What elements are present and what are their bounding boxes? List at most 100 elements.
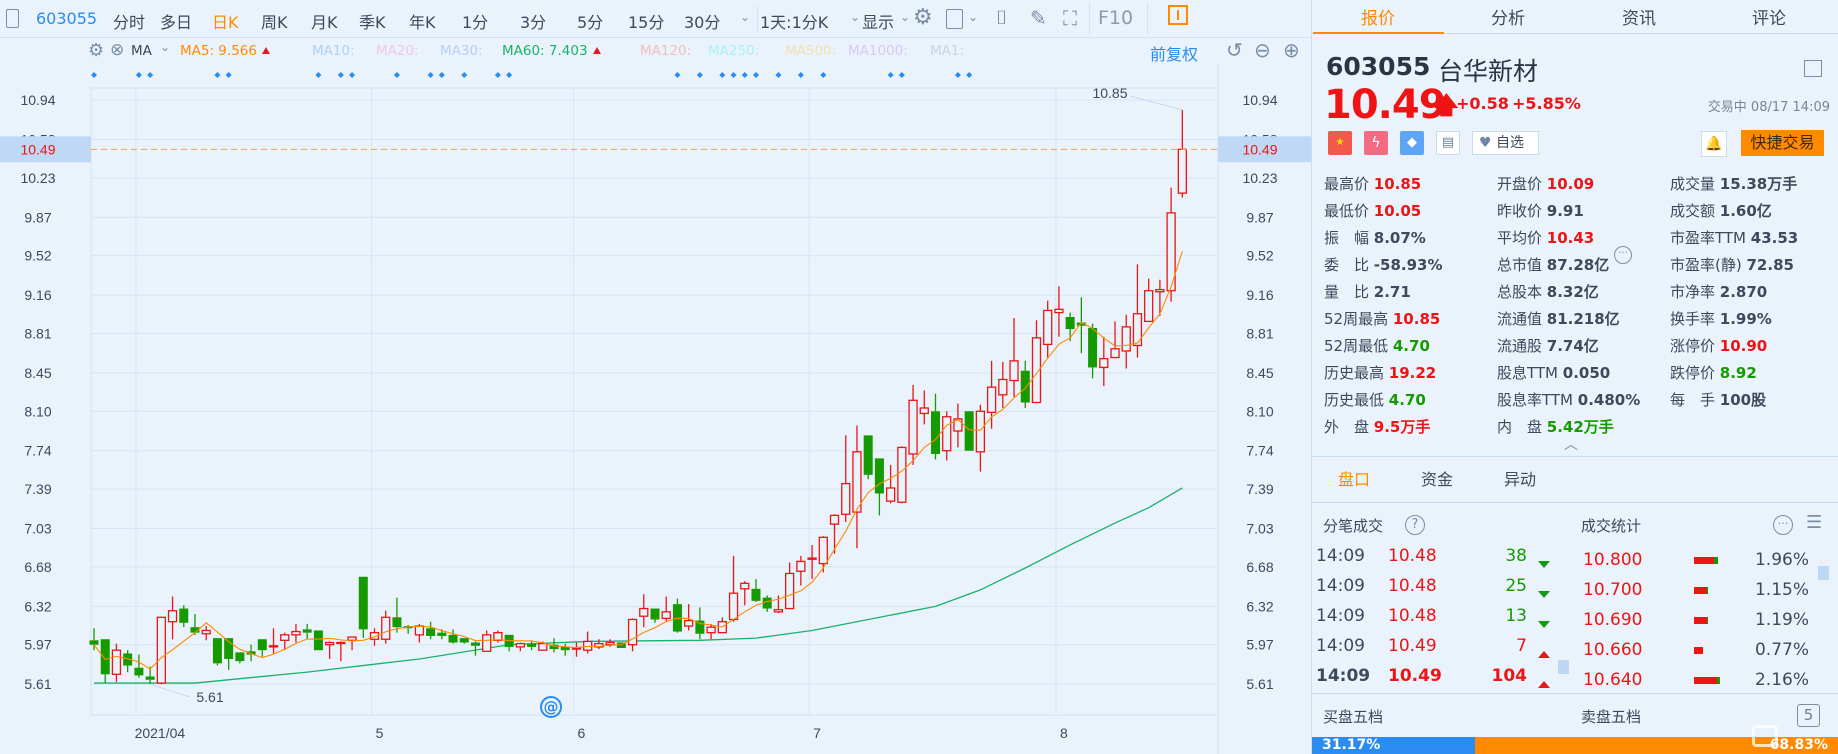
chevron-down-icon[interactable]: ⌄ <box>968 10 978 24</box>
levels-button[interactable]: 5 <box>1797 704 1820 727</box>
stat-item: 流通值 81.218亿 <box>1497 308 1620 329</box>
interval-select[interactable]: 1天:1分K <box>760 9 828 33</box>
candle-body <box>818 536 828 565</box>
candle <box>224 638 234 670</box>
period-tab[interactable]: 多日 <box>160 9 192 33</box>
f10-button[interactable]: F10 <box>1098 7 1133 29</box>
period-tab[interactable]: 15分 <box>628 9 664 33</box>
camera-icon[interactable]: ⌷ <box>996 7 1007 29</box>
layout-box-icon[interactable] <box>946 9 963 29</box>
stat-price: 10.660 <box>1583 640 1643 660</box>
candle <box>818 536 828 573</box>
ma-select[interactable]: MA <box>131 43 152 59</box>
period-tab-active[interactable]: 日K <box>212 9 239 33</box>
display-menu[interactable]: 显示 <box>862 9 894 33</box>
quick-trade-button[interactable]: 快捷交易 <box>1741 130 1824 156</box>
stock-code-link[interactable]: 603055 <box>36 9 97 28</box>
period-tab[interactable]: 年K <box>409 9 436 33</box>
stat-label: 外 盘 <box>1324 418 1370 436</box>
tag-icon[interactable]: ◆ <box>1400 131 1424 155</box>
tab-quote[interactable]: 报价 <box>1313 4 1443 29</box>
period-tab[interactable]: 30分 <box>684 9 720 33</box>
chevron-down-icon[interactable]: ⌄ <box>740 10 750 24</box>
stat-label: 52周最低 <box>1324 337 1389 355</box>
stat-value: -58.93% <box>1373 256 1443 274</box>
y-tick-label-right: 10.94 <box>1242 92 1277 108</box>
period-tab[interactable]: 周K <box>261 9 288 33</box>
y-tick-label-left: 9.52 <box>24 248 51 264</box>
note-icon[interactable]: ▤ <box>1436 131 1460 155</box>
help-icon[interactable]: ? <box>1405 515 1425 535</box>
stat-label: 涨停价 <box>1670 337 1716 355</box>
chevron-down-icon[interactable]: ⌄ <box>850 10 860 24</box>
candle <box>493 630 503 643</box>
candle-body <box>414 625 425 636</box>
stat-label: 内 盘 <box>1497 418 1543 436</box>
price-change: +0.58 <box>1456 94 1509 113</box>
stat-item: 量 比 2.71 <box>1324 281 1411 302</box>
lightning-icon[interactable]: ϟ <box>1364 131 1388 155</box>
add-watchlist-button[interactable]: ♥ 自选 <box>1472 131 1539 155</box>
panel-toggle-icon[interactable] <box>1168 5 1188 25</box>
candle <box>1031 320 1042 404</box>
tab-news[interactable]: 资讯 <box>1574 4 1704 29</box>
candle <box>358 576 368 639</box>
ask-title: 卖盘五档 <box>1581 708 1642 726</box>
y-tick-label-right: 9.87 <box>1246 209 1273 225</box>
period-tab[interactable]: 季K <box>359 9 386 33</box>
more-icon[interactable]: ··· <box>1614 246 1632 264</box>
pencil-icon[interactable]: ✎ <box>1030 6 1047 30</box>
candle-body <box>560 646 570 651</box>
chevron-down-icon[interactable]: ⌄ <box>160 40 170 54</box>
settings-icon[interactable]: ⚙ <box>88 40 104 61</box>
more-icon[interactable]: ··· <box>1773 515 1793 535</box>
at-mention-icon[interactable]: @ <box>540 696 562 718</box>
candle <box>1099 336 1109 387</box>
stat-item: 开盘价 10.09 <box>1497 173 1594 194</box>
stat-label: 股息TTM <box>1497 364 1559 382</box>
fullscreen-icon[interactable]: ⛶ <box>1063 6 1077 30</box>
candle <box>571 642 582 657</box>
menu-icon[interactable] <box>1804 60 1822 77</box>
tab-comments[interactable]: 评论 <box>1704 4 1834 29</box>
stat-value: 5.42万手 <box>1546 418 1614 436</box>
scrollbar-thumb[interactable] <box>1558 660 1569 674</box>
x-tick-label: 8 <box>1060 725 1068 741</box>
zoom-out-icon[interactable]: ⊖ <box>1254 38 1271 62</box>
stock-name: 台华新材 <box>1438 57 1539 86</box>
y-tick-label-left: 6.32 <box>24 598 51 614</box>
candle <box>392 597 402 633</box>
chevron-up-icon[interactable]: ︿ <box>1564 434 1578 454</box>
candlestick-chart[interactable]: 10.94 10.94 10.58 10.58 10.23 10.23 9.87 9.87 9.… <box>0 0 1311 754</box>
candle <box>975 404 986 472</box>
period-tab[interactable]: 分时 <box>113 9 145 33</box>
period-tab[interactable]: 5分 <box>577 9 603 33</box>
candle-body <box>852 451 862 513</box>
stat-item: 52周最高 10.85 <box>1324 308 1440 329</box>
chevron-down-icon[interactable]: ⌄ <box>900 10 910 24</box>
tab-analysis[interactable]: 分析 <box>1443 4 1573 29</box>
event-marker-icon <box>91 72 97 78</box>
subtab-anomaly[interactable]: 异动 <box>1504 466 1536 490</box>
list-icon[interactable]: ☰ <box>1806 512 1822 533</box>
stat-item: 内 盘 5.42万手 <box>1497 416 1614 437</box>
bell-icon[interactable]: 🔔 <box>1701 131 1727 157</box>
y-tick-label-right: 6.32 <box>1246 598 1273 614</box>
period-tab[interactable]: 3分 <box>520 9 546 33</box>
zoom-in-icon[interactable]: ⊕ <box>1283 38 1300 62</box>
period-tab[interactable]: 1分 <box>462 9 488 33</box>
event-marker-icon <box>225 72 232 78</box>
period-tab[interactable]: 月K <box>311 9 338 33</box>
scrollbar-thumb[interactable] <box>1818 566 1829 580</box>
candle <box>212 638 222 666</box>
subtab-orderbook[interactable]: 盘口 <box>1338 466 1370 490</box>
stat-value: 15.38万手 <box>1719 175 1798 193</box>
sidebar-toggle-icon[interactable] <box>6 9 19 28</box>
adjust-mode-button[interactable]: 前复权 <box>1150 41 1198 65</box>
candle-body <box>829 514 840 525</box>
gear-icon[interactable]: ⚙ <box>913 5 933 30</box>
close-circle-icon[interactable]: ⊗ <box>110 40 124 60</box>
subtab-funds[interactable]: 资金 <box>1421 466 1453 490</box>
stat-label: 量 比 <box>1324 283 1370 301</box>
undo-icon[interactable]: ↺ <box>1226 38 1243 62</box>
